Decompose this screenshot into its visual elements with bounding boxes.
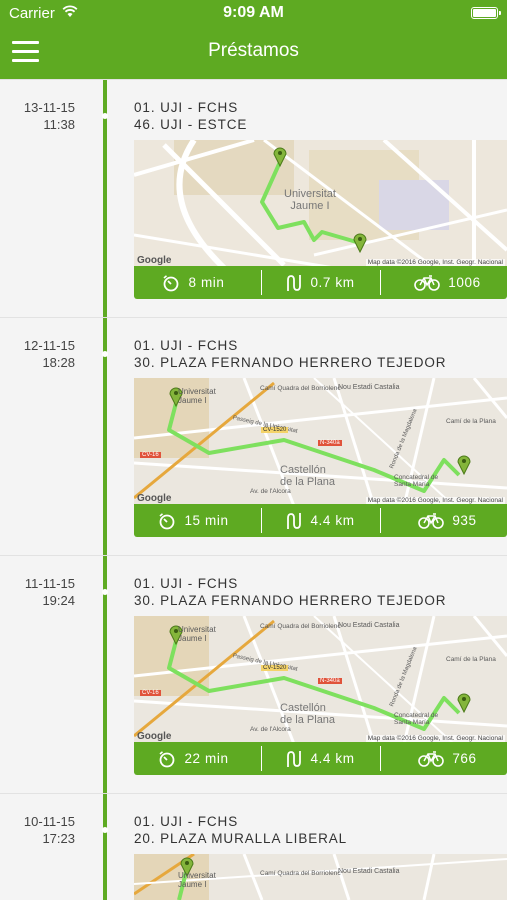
- map-attribution: Map data ©2016 Google, Inst. Geogr. Naci…: [365, 497, 505, 504]
- page-title: Préstamos: [208, 40, 299, 61]
- map-label: Camí de la Plana: [446, 418, 496, 425]
- map-label: Av. de l'Alcora: [250, 488, 291, 495]
- map-label: Universitat Jaume I: [178, 625, 216, 643]
- app-header: Carrier 9:09 AM Préstamos: [0, 0, 507, 79]
- loan-route: 01. UJI - FCHS 30. PLAZA FERNANDO HERRERO…: [134, 575, 446, 609]
- duration-stat: 8 min: [134, 266, 253, 299]
- bike-stat: 1006: [388, 266, 507, 299]
- road-tag: CV-16: [140, 452, 161, 458]
- destination-station: 30. PLAZA FERNANDO HERRERO TEJEDOR: [134, 593, 447, 608]
- map-label: Nou Estadi Castalia: [338, 384, 400, 391]
- map-label: Concatedral de Santa María: [394, 712, 439, 726]
- route-map[interactable]: Universitat Jaume I Camí Quadra del Borri…: [134, 616, 507, 744]
- google-logo: Google: [137, 731, 172, 742]
- timeline-dot: [102, 827, 108, 833]
- map-label: Camí Quadra del Borriolenc: [260, 623, 341, 630]
- destination-station: 46. UJI - ESTCE: [134, 117, 248, 132]
- destination-station: 30. PLAZA FERNANDO HERRERO TEJEDOR: [134, 355, 447, 370]
- map-label: Av. de l'Alcora: [250, 726, 291, 733]
- timeline-dot: [102, 113, 108, 119]
- timeline-line: [103, 79, 107, 900]
- map-label: Castellón de la Plana: [280, 464, 336, 488]
- loan-date: 13-11-15 11:38: [23, 100, 75, 132]
- loan-stats-bar: 15 min 4.4 km 935: [134, 504, 507, 537]
- map-label: Universitat Jaume I: [284, 188, 336, 212]
- bicycle-icon: [414, 274, 441, 291]
- loan-route: 01. UJI - FCHS 46. UJI - ESTCE: [134, 99, 247, 133]
- bike-stat: 766: [388, 742, 507, 775]
- separator: [0, 79, 507, 80]
- road-tag: N-340a: [318, 678, 342, 684]
- loan-date: 12-11-15 18:28: [23, 338, 75, 370]
- map-label: Nou Estadi Castalia: [338, 868, 400, 875]
- timer-icon: [163, 274, 179, 291]
- origin-station: 01. UJI - FCHS: [134, 100, 239, 115]
- map-label: Universitat Jaume I: [178, 871, 216, 889]
- duration-stat: 15 min: [134, 504, 253, 537]
- map-label: Concatedral de Santa María: [394, 474, 439, 488]
- road-tag: CV-16: [140, 690, 161, 696]
- map-attribution: Map data ©2016 Google, Inst. Geogr. Naci…: [365, 735, 505, 742]
- map-label: Castellón de la Plana: [280, 702, 336, 726]
- status-bar: Carrier 9:09 AM: [0, 0, 507, 28]
- loan-stats-bar: 8 min 0.7 km 1006: [134, 266, 507, 299]
- google-logo: Google: [137, 255, 172, 266]
- timer-icon: [159, 750, 175, 767]
- route-map[interactable]: Universitat Jaume I Camí Quadra del Borri…: [134, 378, 507, 506]
- bike-stat: 935: [388, 504, 507, 537]
- origin-station: 01. UJI - FCHS: [134, 338, 239, 353]
- route-map[interactable]: Universitat Jaume I Google Map data ©2016…: [134, 140, 507, 268]
- google-logo: Google: [137, 493, 172, 504]
- origin-station: 01. UJI - FCHS: [134, 576, 239, 591]
- map-label: Universitat Jaume I: [178, 387, 216, 405]
- road-tag: CV-1520: [261, 427, 289, 433]
- loan-date: 10-11-15 17:23: [23, 814, 75, 846]
- distance-stat: 0.7 km: [261, 266, 380, 299]
- map-label: Nou Estadi Castalia: [338, 622, 400, 629]
- road-tag: CV-1520: [261, 665, 289, 671]
- loan-route: 01. UJI - FCHS 20. PLAZA MURALLA LIBERAL: [134, 813, 347, 847]
- destination-station: 20. PLAZA MURALLA LIBERAL: [134, 831, 348, 846]
- loan-route: 01. UJI - FCHS 30. PLAZA FERNANDO HERRERO…: [134, 337, 446, 371]
- bicycle-icon: [418, 750, 445, 767]
- map-label: Camí de la Plana: [446, 656, 496, 663]
- map-label: Camí Quadra del Borriolenc: [260, 385, 341, 392]
- duration-stat: 22 min: [134, 742, 253, 775]
- route-icon: [287, 512, 302, 529]
- route-icon: [287, 750, 302, 767]
- loan-date: 11-11-15 19:24: [24, 576, 75, 608]
- distance-stat: 4.4 km: [261, 742, 380, 775]
- battery-icon: [471, 7, 501, 19]
- timeline-dot: [102, 589, 108, 595]
- timeline-dot: [102, 351, 108, 357]
- separator: [0, 793, 507, 794]
- distance-stat: 4.4 km: [261, 504, 380, 537]
- map-attribution: Map data ©2016 Google, Inst. Geogr. Naci…: [365, 259, 505, 266]
- status-time: 9:09 AM: [223, 4, 284, 21]
- map-label: Camí Quadra del Borriolenc: [260, 870, 341, 877]
- separator: [0, 317, 507, 318]
- road-tag: N-340a: [318, 440, 342, 446]
- route-icon: [287, 274, 302, 291]
- bicycle-icon: [418, 512, 445, 529]
- timer-icon: [159, 512, 175, 529]
- separator: [0, 555, 507, 556]
- origin-station: 01. UJI - FCHS: [134, 814, 239, 829]
- route-map[interactable]: Universitat Jaume I Camí Quadra del Borri…: [134, 854, 507, 900]
- loan-stats-bar: 22 min 4.4 km 766: [134, 742, 507, 775]
